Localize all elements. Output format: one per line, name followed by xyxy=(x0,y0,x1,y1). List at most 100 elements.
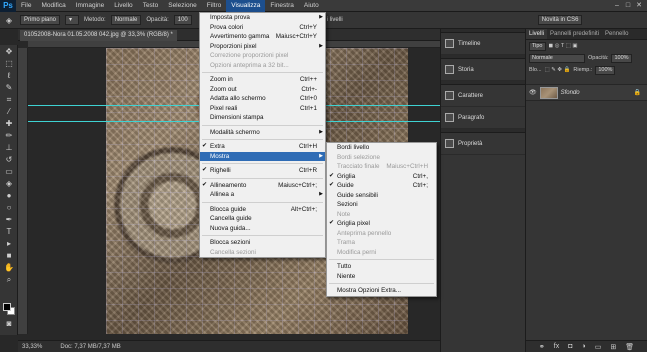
menu-item-extra[interactable]: ✔ Extra Ctrl+H xyxy=(200,142,325,152)
eraser-tool-icon[interactable]: ▭ xyxy=(2,166,16,177)
healing-tool-icon[interactable]: ✚ xyxy=(2,118,16,129)
zoom-tool-icon[interactable]: ⌕ xyxy=(2,274,16,285)
menu-finestra[interactable]: Finestra xyxy=(265,0,298,12)
lasso-tool-icon[interactable]: ℓ xyxy=(2,70,16,81)
menu-item-zoom-out[interactable]: Zoom out Ctrl+- xyxy=(200,85,325,95)
marquee-tool-icon[interactable]: ⬚ xyxy=(2,58,16,69)
menu-item-bordi-livello[interactable]: Bordi livello xyxy=(327,143,436,153)
menu-item-proporzioni-pixel[interactable]: Proporzioni pixel ▶ xyxy=(200,42,325,52)
menu-item-dimensioni-stampa[interactable]: Dimensioni stampa xyxy=(200,113,325,123)
folder-icon[interactable]: ▭ xyxy=(595,343,602,351)
menu-item-prova-colori[interactable]: Prova colori Ctrl+Y xyxy=(200,23,325,33)
menu-modifica[interactable]: Modifica xyxy=(36,0,70,12)
menu-item-pixel-reali[interactable]: Pixel reali Ctrl+1 xyxy=(200,104,325,114)
bucket-tool-icon[interactable]: ◈ xyxy=(2,178,16,189)
menu-item-cancella-guide[interactable]: Cancella guide xyxy=(200,214,325,224)
menu-item-tutto[interactable]: Tutto xyxy=(327,262,436,272)
new-layer-icon[interactable]: ⊞ xyxy=(610,343,616,351)
layer-kind-filter[interactable]: Tipo xyxy=(529,41,546,51)
menu-file[interactable]: File xyxy=(16,0,36,12)
filter-icons[interactable]: ◼ ◎ T ⬚ ▣ xyxy=(549,43,578,49)
menu-aiuto[interactable]: Aiuto xyxy=(299,0,324,12)
lock-icons[interactable]: ⬚ ✎ ✥ 🔒 xyxy=(545,67,571,73)
foreground-color-swatch[interactable] xyxy=(3,303,11,311)
menu-item-trama: Trama xyxy=(327,238,436,248)
workspace-select[interactable]: Novità in CS6 xyxy=(537,15,583,25)
panel-storia[interactable]: Storia xyxy=(441,59,525,81)
blur-tool-icon[interactable]: ● xyxy=(2,190,16,201)
brush-tool-icon[interactable]: ✏ xyxy=(2,130,16,141)
mode-label: Metodo: xyxy=(84,17,106,23)
menu-item-mostra[interactable]: Mostra ▶ xyxy=(200,151,325,161)
menu-selezione[interactable]: Selezione xyxy=(163,0,202,12)
panel-proprieta[interactable]: Proprietà xyxy=(441,133,525,155)
menu-immagine[interactable]: Immagine xyxy=(71,0,110,12)
eye-icon[interactable]: 👁 xyxy=(529,89,537,96)
tab-pannelli-predefiniti[interactable]: Pannelli predefiniti xyxy=(547,29,602,39)
menu-item-nuova-guida[interactable]: Nuova guida... xyxy=(200,224,325,234)
close-icon[interactable]: ✕ xyxy=(634,1,644,10)
fill-source-select[interactable]: Primo piano xyxy=(20,15,61,25)
menu-item-avvertimento-gamma[interactable]: Avvertimento gamma Maiusc+Ctrl+Y xyxy=(200,32,325,42)
eyedropper-tool-icon[interactable]: ⁄ xyxy=(2,106,16,117)
fx-icon[interactable]: fx xyxy=(554,343,559,350)
panel-carattere[interactable]: Carattere xyxy=(441,85,525,107)
menu-item-mostra-opzioni-extra[interactable]: Mostra Opzioni Extra... xyxy=(327,286,436,296)
move-tool-icon[interactable]: ✥ xyxy=(2,46,16,57)
mask-icon[interactable]: ◘ xyxy=(568,343,572,350)
maximize-icon[interactable]: □ xyxy=(623,1,633,10)
menu-livello[interactable]: Livello xyxy=(109,0,137,12)
bucket-icon[interactable]: ◈ xyxy=(3,15,15,26)
menu-item-zoom-in[interactable]: Zoom in Ctrl++ xyxy=(200,75,325,85)
all-layers-label[interactable]: i livelli xyxy=(327,17,343,23)
panel-timeline[interactable]: Timeline xyxy=(441,33,525,55)
layer-opacity-input[interactable]: 100% xyxy=(611,53,632,63)
menu-item-allinea-a[interactable]: Allinea a ▶ xyxy=(200,190,325,200)
menu-item-modalita-schermo[interactable]: Modalità schermo ▶ xyxy=(200,128,325,138)
menu-visualizza[interactable]: Visualizza xyxy=(226,0,266,12)
quick-mask-icon[interactable]: ◙ xyxy=(2,318,16,329)
menu-item-allineamento[interactable]: ✔ Allineamento Maiusc+Ctrl+; xyxy=(200,181,325,191)
menu-item-guide[interactable]: ✔ Guide Ctrl+; xyxy=(327,181,436,191)
menu-item-blocca-sezioni[interactable]: Blocca sezioni xyxy=(200,238,325,248)
menu-filtro[interactable]: Filtro xyxy=(202,0,226,12)
stamp-tool-icon[interactable]: ⊥ xyxy=(2,142,16,153)
menu-item-righelli[interactable]: ✔ Righelli Ctrl+R xyxy=(200,166,325,176)
quick-select-tool-icon[interactable]: ✎ xyxy=(2,82,16,93)
blend-mode-select[interactable]: Normale xyxy=(529,53,585,63)
layer-name[interactable]: Sfondo xyxy=(561,90,580,96)
history-brush-tool-icon[interactable]: ↺ xyxy=(2,154,16,165)
crop-tool-icon[interactable]: ⌗ xyxy=(2,94,16,105)
tab-pennello[interactable]: Pennello xyxy=(602,29,631,39)
menu-item-griglia-pixel[interactable]: ✔ Griglia pixel xyxy=(327,219,436,229)
link-icon[interactable]: ⚭ xyxy=(539,343,545,351)
opacity-input[interactable]: 100 xyxy=(173,15,192,25)
menu-item-niente[interactable]: Niente xyxy=(327,272,436,282)
menu-item-imposta-prova[interactable]: Imposta prova ▶ xyxy=(200,13,325,23)
layer-row[interactable]: 👁 Sfondo 🔒 xyxy=(526,84,647,101)
pen-tool-icon[interactable]: ✒ xyxy=(2,214,16,225)
path-select-tool-icon[interactable]: ▸ xyxy=(2,238,16,249)
layer-fill-input[interactable]: 100% xyxy=(595,65,616,75)
trash-icon[interactable]: 🗑 xyxy=(625,343,634,351)
mode-select[interactable]: Normale xyxy=(110,15,142,25)
menu-testo[interactable]: Testo xyxy=(138,0,164,12)
menu-item-guide-sensibili[interactable]: Guide sensibili xyxy=(327,191,436,201)
dodge-tool-icon[interactable]: ○ xyxy=(2,202,16,213)
adjustment-icon[interactable]: ◑ xyxy=(581,343,585,350)
menu-item-adatta-allo-schermo[interactable]: Adatta allo schermo Ctrl+0 xyxy=(200,94,325,104)
panel-paragrafo[interactable]: Paragrafo xyxy=(441,107,525,129)
menu-item-blocca-guide[interactable]: Blocca guide Alt+Ctrl+; xyxy=(200,205,325,215)
vertical-ruler[interactable] xyxy=(18,48,28,334)
menu-item-griglia[interactable]: ✔ Griglia Ctrl+, xyxy=(327,172,436,182)
type-tool-icon[interactable]: T xyxy=(2,226,16,237)
zoom-level[interactable]: 33,33% xyxy=(22,344,42,350)
tab-livelli[interactable]: Livelli xyxy=(526,29,548,39)
doc-info[interactable]: Doc: 7,37 MB/7,37 MB xyxy=(60,344,120,350)
shape-tool-icon[interactable]: ■ xyxy=(2,250,16,261)
pattern-picker[interactable]: ▾ xyxy=(65,15,80,25)
menu-item-sezioni[interactable]: Sezioni xyxy=(327,200,436,210)
minimize-icon[interactable]: – xyxy=(612,1,622,10)
document-tab[interactable]: 01052008-Nora 01.05.2008 042.jpg @ 33,3%… xyxy=(20,30,177,41)
hand-tool-icon[interactable]: ✋ xyxy=(2,262,16,273)
